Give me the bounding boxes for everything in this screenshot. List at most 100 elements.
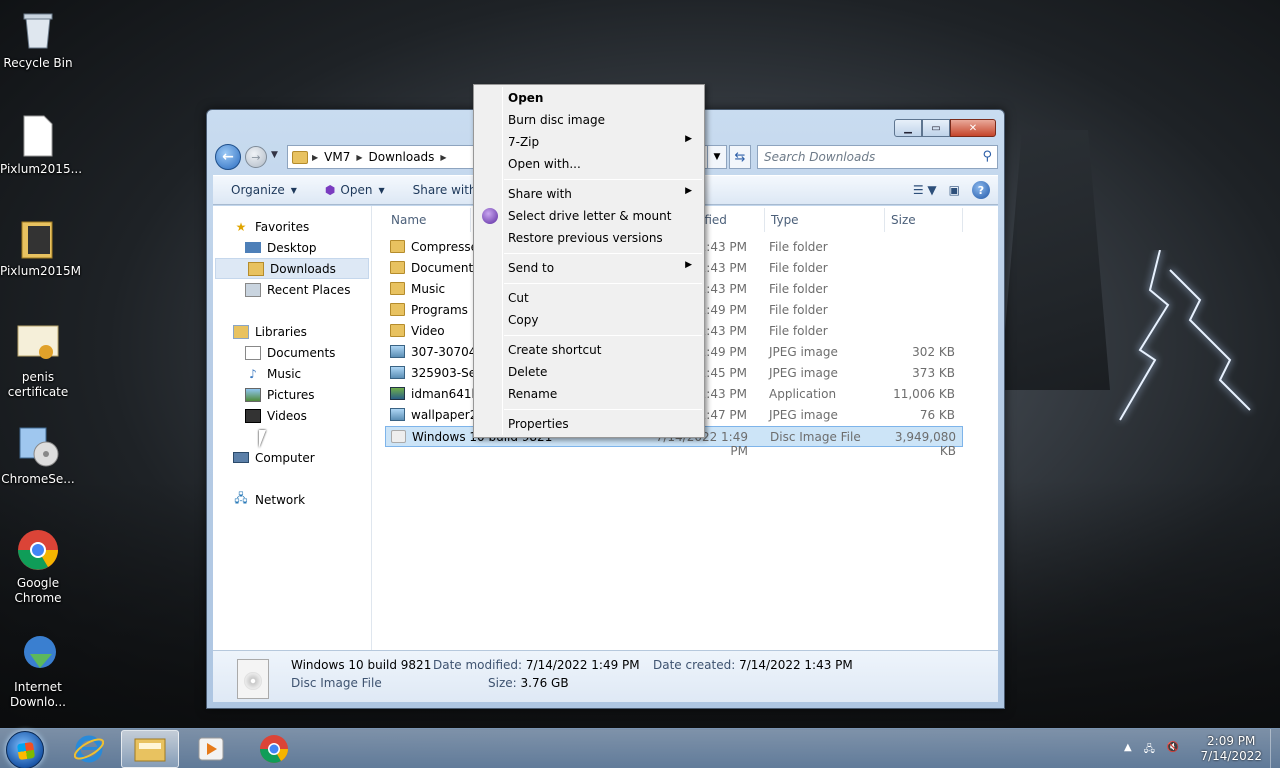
network-status-icon[interactable]: 🖧 bbox=[1144, 742, 1155, 759]
file-name: Documents bbox=[411, 261, 480, 275]
chevron-down-icon: ▼ bbox=[290, 185, 297, 195]
desktop-icon-idm[interactable]: Internet Downlo... bbox=[0, 632, 76, 710]
desktop-icon-label: ChromeSe... bbox=[1, 472, 75, 486]
menu-item-select-drive-letter[interactable]: Select drive letter & mount bbox=[476, 205, 702, 227]
jpeg-image-icon bbox=[390, 366, 405, 379]
breadcrumb-vm7[interactable]: VM7 bbox=[324, 150, 350, 164]
jpeg-image-icon bbox=[390, 408, 405, 421]
menu-item-7zip[interactable]: 7-Zip ▶ bbox=[476, 131, 702, 153]
view-controls: ☰ ▼ ▣ ? bbox=[913, 181, 990, 199]
desktop-icon-label: Pixlum2015... bbox=[0, 162, 83, 176]
certificate-icon bbox=[16, 322, 60, 366]
taskbar-media-player[interactable] bbox=[182, 730, 240, 768]
file-type: Disc Image File bbox=[770, 430, 861, 444]
folder-icon bbox=[16, 216, 60, 260]
desktop-icon-label: Google Chrome bbox=[14, 576, 62, 605]
desktop-icon-pixlum-folder[interactable]: Pixlum2015M bbox=[0, 216, 81, 279]
breadcrumb-downloads[interactable]: Downloads bbox=[369, 150, 435, 164]
desktop-icon-label: Pixlum2015M bbox=[0, 264, 81, 278]
menu-item-open-with[interactable]: Open with... bbox=[476, 153, 702, 175]
menu-item-create-shortcut[interactable]: Create shortcut bbox=[476, 339, 702, 361]
column-header-date[interactable]: ified bbox=[699, 208, 765, 232]
desktop-icon-google-chrome[interactable]: Google Chrome bbox=[0, 528, 76, 606]
refresh-button[interactable]: ⇆ bbox=[729, 145, 751, 169]
desktop-icon-recycle-bin[interactable]: Recycle Bin bbox=[0, 8, 76, 71]
volume-muted-icon[interactable]: 🔇 bbox=[1167, 742, 1179, 759]
nav-label: Documents bbox=[267, 345, 336, 360]
nav-computer[interactable]: Computer bbox=[213, 447, 371, 468]
chevron-right-icon: ▶ bbox=[312, 152, 319, 162]
forward-button[interactable]: → bbox=[245, 146, 267, 168]
details-size-label: Size: bbox=[488, 676, 517, 690]
start-button[interactable] bbox=[6, 731, 44, 768]
maximize-button[interactable]: ▭ bbox=[922, 119, 950, 137]
menu-item-properties[interactable]: Properties bbox=[476, 413, 702, 435]
menu-item-open[interactable]: Open bbox=[476, 87, 702, 109]
nav-music[interactable]: ♪ Music bbox=[213, 363, 371, 384]
organize-button[interactable]: Organize ▼ bbox=[213, 183, 307, 197]
menu-label: Share with bbox=[508, 187, 572, 201]
nav-label: Desktop bbox=[267, 240, 317, 255]
menu-item-restore-previous-versions[interactable]: Restore previous versions bbox=[476, 227, 702, 249]
column-header-size[interactable]: Size bbox=[885, 208, 963, 232]
menu-label: 7-Zip bbox=[508, 135, 540, 149]
file-type: File folder bbox=[769, 303, 828, 317]
change-view-icon[interactable]: ☰ ▼ bbox=[913, 183, 937, 197]
details-pane: Windows 10 build 9821 Disc Image File Da… bbox=[213, 650, 998, 702]
chrome-icon bbox=[260, 735, 288, 763]
address-dropdown-button[interactable]: ▼ bbox=[707, 145, 727, 169]
open-button[interactable]: ⬢ Open ▼ bbox=[307, 183, 395, 197]
file-icon bbox=[16, 114, 60, 158]
show-desktop-button[interactable] bbox=[1270, 729, 1280, 768]
network-icon: 🖧 bbox=[234, 491, 248, 505]
menu-item-send-to[interactable]: Send to ▶ bbox=[476, 257, 702, 279]
nav-documents[interactable]: Documents bbox=[213, 342, 371, 363]
nav-desktop[interactable]: Desktop bbox=[213, 237, 371, 258]
file-name: Music bbox=[411, 282, 446, 296]
file-type: File folder bbox=[769, 282, 828, 296]
nav-label: Computer bbox=[255, 450, 315, 465]
nav-recent-places[interactable]: Recent Places bbox=[213, 279, 371, 300]
menu-item-rename[interactable]: Rename bbox=[476, 383, 702, 405]
desktop-icon-certificate[interactable]: penis certificate bbox=[0, 322, 76, 400]
menu-item-share-with[interactable]: Share with ▶ bbox=[476, 183, 702, 205]
nav-pictures[interactable]: Pictures bbox=[213, 384, 371, 405]
desktop-icon bbox=[245, 242, 261, 253]
menu-label: Open with... bbox=[508, 157, 581, 171]
taskbar-internet-explorer[interactable] bbox=[60, 730, 118, 768]
help-icon[interactable]: ? bbox=[972, 181, 990, 199]
menu-item-copy[interactable]: Copy bbox=[476, 309, 702, 331]
menu-item-delete[interactable]: Delete bbox=[476, 361, 702, 383]
taskbar-google-chrome[interactable] bbox=[245, 730, 303, 768]
search-input[interactable]: Search Downloads ⚲ bbox=[757, 145, 998, 169]
desktop-icon-chromesetup[interactable]: ChromeSe... bbox=[0, 424, 76, 487]
nav-libraries[interactable]: Libraries bbox=[213, 321, 371, 342]
nav-label: Libraries bbox=[255, 324, 307, 339]
nav-videos[interactable]: Videos bbox=[213, 405, 371, 426]
computer-icon bbox=[233, 452, 249, 463]
recent-pages-button[interactable]: ▼ bbox=[271, 150, 278, 160]
show-hidden-icons-icon[interactable]: ▲ bbox=[1124, 742, 1132, 759]
nav-network[interactable]: 🖧 Network bbox=[213, 489, 371, 510]
search-placeholder: Search Downloads bbox=[764, 150, 876, 164]
chevron-right-icon: ▶ bbox=[440, 152, 447, 162]
folder-icon bbox=[390, 261, 405, 274]
open-app-icon: ⬢ bbox=[324, 183, 336, 197]
desktop-icon-label: Recycle Bin bbox=[3, 56, 73, 70]
close-button[interactable]: ✕ bbox=[950, 119, 996, 137]
menu-item-cut[interactable]: Cut bbox=[476, 287, 702, 309]
column-header-name[interactable]: Name bbox=[373, 208, 471, 232]
clock[interactable]: 2:09 PM 7/14/2022 bbox=[1200, 734, 1262, 764]
share-with-label: Share with bbox=[412, 183, 477, 197]
column-header-type[interactable]: Type bbox=[765, 208, 885, 232]
back-button[interactable]: ← bbox=[215, 144, 241, 170]
chrome-icon bbox=[16, 528, 60, 572]
taskbar-windows-explorer[interactable] bbox=[121, 730, 179, 768]
menu-item-burn-disc-image[interactable]: Burn disc image bbox=[476, 109, 702, 131]
minimize-button[interactable]: ▁ bbox=[894, 119, 922, 137]
nav-favorites[interactable]: ★ Favorites bbox=[213, 216, 371, 237]
nav-downloads[interactable]: Downloads bbox=[215, 258, 369, 279]
desktop-icon-pixlum-file[interactable]: Pixlum2015... bbox=[0, 114, 83, 177]
preview-pane-icon[interactable]: ▣ bbox=[949, 183, 960, 197]
file-size: 3,949,080 KB bbox=[894, 430, 956, 458]
